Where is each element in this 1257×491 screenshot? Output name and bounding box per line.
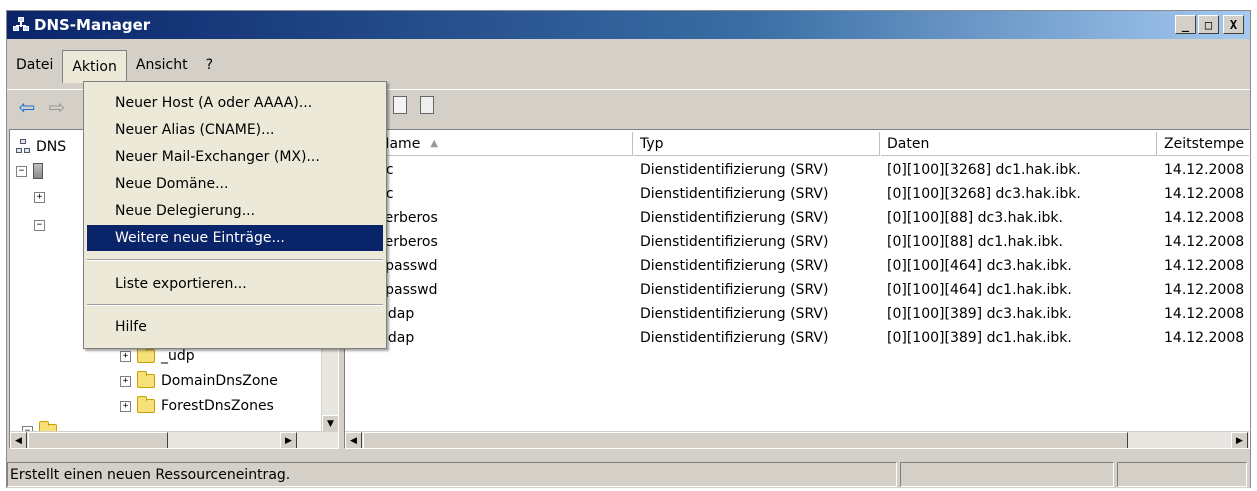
status-text: Erstellt einen neuen Ressourceneintrag. [7, 462, 897, 487]
list-horizontal-scrollbar[interactable]: ◀ ▶ [345, 431, 1249, 448]
record-data: [0][100][389] dc3.hak.ibk. [887, 306, 1072, 322]
tree-item-label: ForestDnsZones [161, 398, 274, 414]
column-header-timestamp[interactable]: Zeitstempe [1158, 132, 1249, 156]
menu-help[interactable]: ? [197, 50, 222, 80]
record-timestamp: 14.12.2008 [1164, 234, 1245, 250]
record-row[interactable]: gc Dienstidentifizierung (SRV) [0][100][… [345, 158, 1249, 182]
expand-icon[interactable]: + [120, 400, 131, 412]
menu-item-new-delegation[interactable]: Neue Delegierung... [87, 198, 383, 224]
export-list-icon[interactable] [420, 96, 434, 116]
scroll-thumb[interactable] [363, 432, 1128, 448]
menu-item-other-new-records[interactable]: Weitere neue Einträge... [87, 225, 383, 251]
tree-item-zone[interactable]: − [34, 214, 51, 236]
aktion-dropdown-menu: Neuer Host (A oder AAAA)... Neuer Alias … [83, 81, 387, 349]
menu-item-new-alias[interactable]: Neuer Alias (CNAME)... [87, 117, 383, 143]
record-data: [0][100][88] dc1.hak.ibk. [887, 234, 1063, 250]
sort-ascending-icon: ▲ [430, 138, 439, 149]
menu-separator [87, 304, 383, 306]
folder-icon [137, 396, 155, 413]
tree-horizontal-scrollbar[interactable]: ◀ ▶ [10, 431, 338, 448]
menu-aktion[interactable]: Aktion [62, 49, 127, 83]
record-timestamp: 14.12.2008 [1164, 210, 1245, 226]
record-data: [0][100][389] dc1.hak.ibk. [887, 330, 1072, 346]
record-row[interactable]: kpasswd Dienstidentifizierung (SRV) [0][… [345, 278, 1249, 302]
dns-manager-window: DNS-Manager _ □ X Datei Aktion Ansicht ?… [0, 0, 1257, 491]
scroll-right-icon[interactable]: ▶ [1231, 432, 1248, 448]
scroll-down-icon[interactable]: ▼ [322, 415, 338, 432]
tree-item-domaindnszones[interactable]: + DomainDnsZone [120, 370, 278, 392]
record-data: [0][100][3268] dc3.hak.ibk. [887, 186, 1081, 202]
record-timestamp: 14.12.2008 [1164, 186, 1245, 202]
tree-item-forestdnszones[interactable]: + ForestDnsZones [120, 395, 274, 417]
record-type: Dienstidentifizierung (SRV) [640, 330, 829, 346]
menu-item-help[interactable]: Hilfe [87, 314, 383, 340]
scroll-left-icon[interactable]: ◀ [10, 432, 27, 448]
record-row[interactable]: gc Dienstidentifizierung (SRV) [0][100][… [345, 182, 1249, 206]
tree-item-label: _udp [161, 348, 195, 364]
menu-bar: Datei Aktion Ansicht ? [7, 48, 1250, 83]
tree-item-label: DomainDnsZone [161, 373, 278, 389]
folder-icon [137, 371, 155, 388]
list-view-icon[interactable] [393, 96, 407, 116]
column-header-name[interactable]: Name ▲ [345, 132, 633, 156]
title-bar[interactable]: DNS-Manager _ □ X [7, 11, 1250, 39]
status-panel-2 [899, 462, 1115, 487]
expand-icon[interactable]: + [34, 191, 45, 203]
record-data: [0][100][88] dc3.hak.ibk. [887, 210, 1063, 226]
scroll-right-icon[interactable]: ▶ [280, 432, 297, 448]
server-icon [33, 163, 43, 179]
column-header-data[interactable]: Daten [881, 132, 1157, 156]
record-timestamp: 14.12.2008 [1164, 162, 1245, 178]
record-row[interactable]: _ldap Dienstidentifizierung (SRV) [0][10… [345, 302, 1249, 326]
record-timestamp: 14.12.2008 [1164, 330, 1245, 346]
record-data: [0][100][464] dc3.hak.ibk. [887, 258, 1072, 274]
dns-icon [16, 139, 30, 155]
tree-item-dns[interactable]: DNS [16, 136, 66, 158]
expand-icon[interactable]: + [120, 375, 131, 387]
menu-item-new-host[interactable]: Neuer Host (A oder AAAA)... [87, 90, 383, 116]
record-list-pane[interactable]: Name ▲ Typ Daten Zeitstempe gc Dienstide… [344, 129, 1250, 449]
record-type: Dienstidentifizierung (SRV) [640, 234, 829, 250]
status-panel-3 [1117, 462, 1247, 487]
back-arrow-icon[interactable]: ⇦ [15, 95, 39, 119]
menu-datei[interactable]: Datei [7, 50, 62, 80]
record-timestamp: 14.12.2008 [1164, 282, 1245, 298]
dns-manager-icon [13, 17, 29, 33]
record-type: Dienstidentifizierung (SRV) [640, 282, 829, 298]
record-type: Dienstidentifizierung (SRV) [640, 162, 829, 178]
record-timestamp: 14.12.2008 [1164, 306, 1245, 322]
close-button[interactable]: X [1223, 15, 1244, 34]
record-row[interactable]: _ldap Dienstidentifizierung (SRV) [0][10… [345, 326, 1249, 350]
status-bar: Erstellt einen neuen Ressourceneintrag. [7, 462, 1250, 488]
record-row[interactable]: kerberos Dienstidentifizierung (SRV) [0]… [345, 206, 1249, 230]
forward-arrow-icon[interactable]: ⇨ [45, 95, 69, 119]
tree-item-server[interactable]: − [16, 160, 49, 182]
menu-item-export-list[interactable]: Liste exportieren... [87, 271, 383, 297]
minimize-button[interactable]: _ [1175, 15, 1196, 34]
record-type: Dienstidentifizierung (SRV) [640, 258, 829, 274]
menu-ansicht[interactable]: Ansicht [127, 50, 197, 80]
window-title: DNS-Manager [34, 16, 151, 34]
menu-separator [87, 259, 383, 261]
record-row[interactable]: kerberos Dienstidentifizierung (SRV) [0]… [345, 230, 1249, 254]
record-row[interactable]: kpasswd Dienstidentifizierung (SRV) [0][… [345, 254, 1249, 278]
record-data: [0][100][3268] dc1.hak.ibk. [887, 162, 1081, 178]
record-type: Dienstidentifizierung (SRV) [640, 210, 829, 226]
record-type: Dienstidentifizierung (SRV) [640, 186, 829, 202]
expand-icon[interactable]: + [120, 350, 131, 362]
record-type: Dienstidentifizierung (SRV) [640, 306, 829, 322]
menu-item-new-domain[interactable]: Neue Domäne... [87, 171, 383, 197]
maximize-button[interactable]: □ [1198, 15, 1219, 34]
scroll-left-icon[interactable]: ◀ [345, 432, 362, 448]
record-timestamp: 14.12.2008 [1164, 258, 1245, 274]
tree-item-label: DNS [36, 139, 67, 155]
tree-item-zone-group[interactable]: + [34, 186, 51, 208]
collapse-icon[interactable]: − [16, 165, 27, 177]
record-data: [0][100][464] dc1.hak.ibk. [887, 282, 1072, 298]
column-header-type[interactable]: Typ [634, 132, 880, 156]
scroll-thumb[interactable] [28, 432, 168, 448]
menu-item-new-mail-exchanger[interactable]: Neuer Mail-Exchanger (MX)... [87, 144, 383, 170]
collapse-icon[interactable]: − [34, 219, 45, 231]
folder-icon [137, 346, 155, 363]
